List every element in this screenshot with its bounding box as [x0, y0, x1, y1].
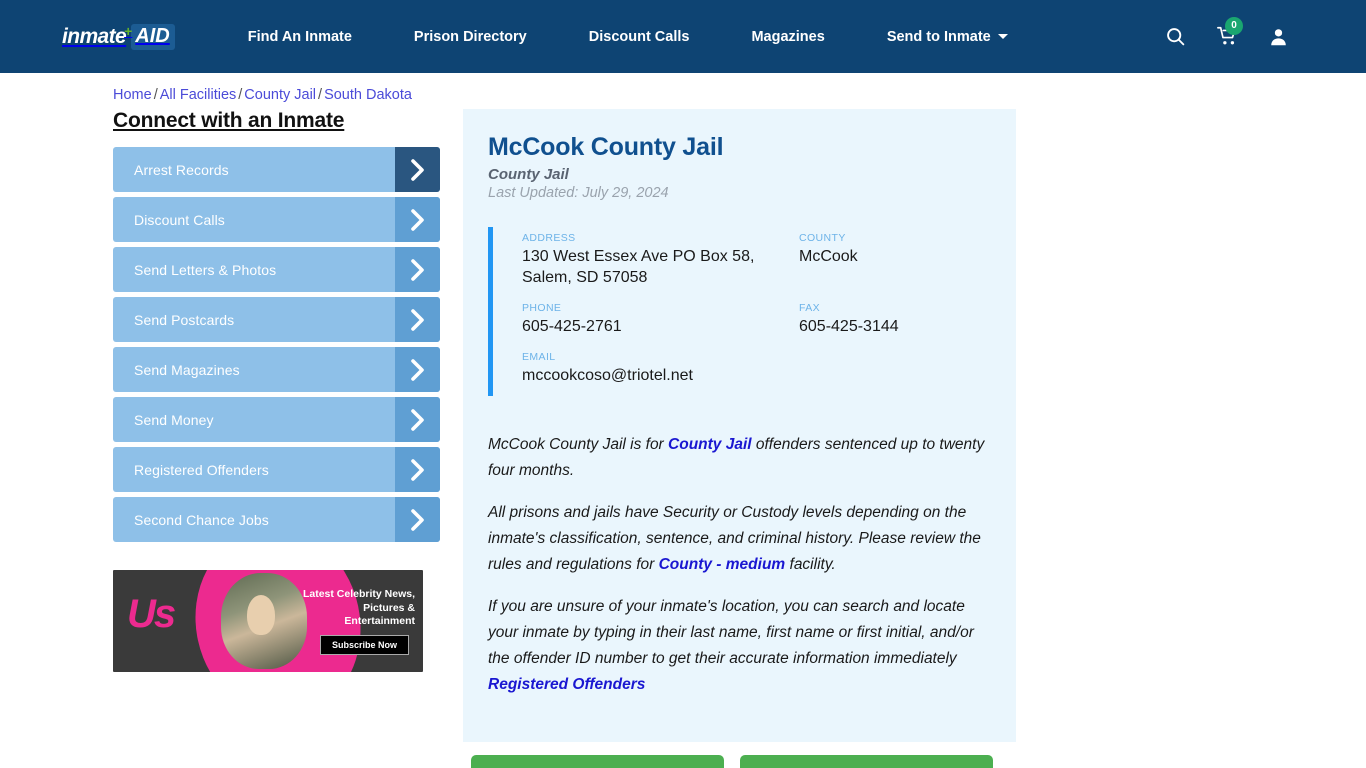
breadcrumb-separator: / — [318, 87, 323, 103]
site-logo[interactable]: inmate + AID — [62, 22, 175, 52]
sidebar-item-second-chance-jobs[interactable]: Second Chance Jobs — [113, 497, 440, 542]
sidebar-item-label: Second Chance Jobs — [134, 511, 269, 528]
info-address-value: 130 West Essex Ave PO Box 58, Salem, SD … — [522, 248, 755, 286]
cart-icon[interactable]: 0 — [1216, 17, 1243, 47]
desc-p1-link-county-jail[interactable]: County Jail — [668, 436, 752, 453]
page-body: Home / All Facilities / County Jail / South Da… — [0, 73, 1366, 768]
nav-item-send-to-inmate[interactable]: Send to Inmate — [856, 29, 1039, 45]
sidebar-item-label: Send Letters & Photos — [134, 261, 277, 278]
ad-subscribe-button[interactable]: Subscribe Now — [319, 635, 409, 655]
logo-word: inmate — [62, 24, 127, 48]
facility-info-block: ADDRESS 130 West Essex Ave PO Box 58, Sa… — [488, 227, 989, 396]
sidebar-title: Connect with an Inmate — [113, 109, 345, 132]
content-columns: Connect with an Inmate Arrest Records Di… — [0, 103, 1366, 768]
sidebar-item-discount-calls[interactable]: Discount Calls — [113, 197, 440, 242]
primary-nav: Find An Inmate Prison Directory Discount… — [217, 29, 1155, 45]
last-updated: Last Updated: July 29, 2024 — [488, 185, 669, 201]
sidebar-item-label: Discount Calls — [134, 211, 225, 228]
info-email-value: mccookcoso@triotel.net — [522, 367, 693, 384]
page-title: McCook County Jail — [488, 133, 724, 161]
chevron-right-icon — [395, 197, 440, 242]
sidebar-item-send-letters-photos[interactable]: Send Letters & Photos — [113, 247, 440, 292]
desc-p3-text-a: If you are unsure of your inmate's locat… — [488, 598, 974, 667]
breadcrumb-separator: / — [238, 87, 243, 103]
info-fax-label: FAX — [799, 302, 821, 314]
desc-p1-text-a: McCook County Jail is for — [488, 436, 669, 453]
chevron-right-icon — [395, 397, 440, 442]
sidebar-item-label: Send Postcards — [134, 311, 235, 328]
user-icon[interactable] — [1269, 26, 1288, 47]
breadcrumb: Home / All Facilities / County Jail / South Da… — [0, 73, 1366, 103]
nav-item-magazines[interactable]: Magazines — [720, 29, 855, 45]
desc-p2-text-b: facility. — [785, 556, 836, 573]
chevron-right-icon — [395, 297, 440, 342]
logo-aid: AID — [131, 23, 175, 50]
sidebar: Connect with an Inmate Arrest Records Di… — [113, 109, 440, 768]
advertisement-banner[interactable]: Us Latest Celebrity News, Pictures & Ent… — [113, 570, 423, 672]
chevron-right-icon — [395, 347, 440, 392]
info-county-value: McCook — [799, 248, 858, 265]
breadcrumb-item-south-dakota[interactable]: South Dakota — [324, 87, 412, 103]
info-phone-label: PHONE — [522, 302, 562, 314]
info-address-label: ADDRESS — [522, 232, 576, 244]
visitation-info-button[interactable]: Visitation Information, Times and Rules — [740, 755, 993, 768]
chevron-right-icon — [395, 447, 440, 492]
info-email-label: EMAIL — [522, 351, 556, 363]
info-email: EMAIL mccookcoso@triotel.net — [522, 351, 799, 386]
breadcrumb-item-county-jail[interactable]: County Jail — [244, 87, 316, 103]
info-county-label: COUNTY — [799, 232, 846, 244]
chevron-right-icon — [395, 247, 440, 292]
top-navigation-bar: inmate + AID Find An Inmate Prison Directo… — [0, 0, 1366, 73]
find-inmate-button[interactable]: Looking for an inmate at this facility? — [471, 755, 724, 768]
sidebar-item-label: Send Magazines — [134, 361, 240, 378]
sidebar-item-send-money[interactable]: Send Money — [113, 397, 440, 442]
chevron-right-icon — [395, 147, 440, 192]
sidebar-item-send-magazines[interactable]: Send Magazines — [113, 347, 440, 392]
breadcrumb-separator: / — [153, 87, 158, 103]
ad-brand-logo: Us — [127, 592, 176, 636]
ad-headline: Latest Celebrity News, Pictures & Entert… — [302, 588, 415, 627]
facility-description: McCook County Jail is for County Jail of… — [488, 432, 989, 698]
sidebar-item-arrest-records[interactable]: Arrest Records — [113, 147, 440, 192]
sidebar-item-label: Registered Offenders — [134, 461, 269, 478]
info-fax: FAX 605-425-3144 — [799, 302, 989, 337]
logo-plus-icon: + — [124, 22, 133, 39]
description-paragraph-2: All prisons and jails have Security or C… — [488, 500, 989, 578]
facility-card: McCook County Jail County Jail Last Upda… — [463, 109, 1016, 742]
breadcrumb-item-home[interactable]: Home — [113, 87, 152, 103]
info-phone: PHONE 605-425-2761 — [522, 302, 799, 337]
cta-button-row: Looking for an inmate at this facility? … — [463, 755, 1016, 768]
nav-item-prison-directory[interactable]: Prison Directory — [383, 29, 558, 45]
desc-p3-link-registered-offenders[interactable]: Registered Offenders — [488, 676, 645, 693]
cart-count-badge: 0 — [1225, 17, 1243, 35]
description-paragraph-1: McCook County Jail is for County Jail of… — [488, 432, 989, 484]
chevron-right-icon — [395, 497, 440, 542]
nav-item-find-an-inmate[interactable]: Find An Inmate — [217, 29, 383, 45]
description-paragraph-3: If you are unsure of your inmate's locat… — [488, 594, 989, 698]
main-content: McCook County Jail County Jail Last Upda… — [463, 109, 1016, 768]
sidebar-item-registered-offenders[interactable]: Registered Offenders — [113, 447, 440, 492]
nav-item-discount-calls[interactable]: Discount Calls — [558, 29, 721, 45]
sidebar-item-label: Arrest Records — [134, 161, 229, 178]
info-address: ADDRESS 130 West Essex Ave PO Box 58, Sa… — [522, 232, 799, 288]
desc-p2-link-county-medium[interactable]: County - medium — [659, 556, 786, 573]
sidebar-item-label: Send Money — [134, 411, 214, 428]
search-icon[interactable] — [1165, 26, 1186, 47]
info-fax-value: 605-425-3144 — [799, 318, 899, 335]
nav-icon-group: 0 — [1165, 17, 1288, 47]
info-phone-value: 605-425-2761 — [522, 318, 622, 335]
breadcrumb-item-all-facilities[interactable]: All Facilities — [160, 87, 237, 103]
sidebar-item-send-postcards[interactable]: Send Postcards — [113, 297, 440, 342]
info-county: COUNTY McCook — [799, 232, 989, 288]
facility-type: County Jail — [488, 166, 569, 183]
